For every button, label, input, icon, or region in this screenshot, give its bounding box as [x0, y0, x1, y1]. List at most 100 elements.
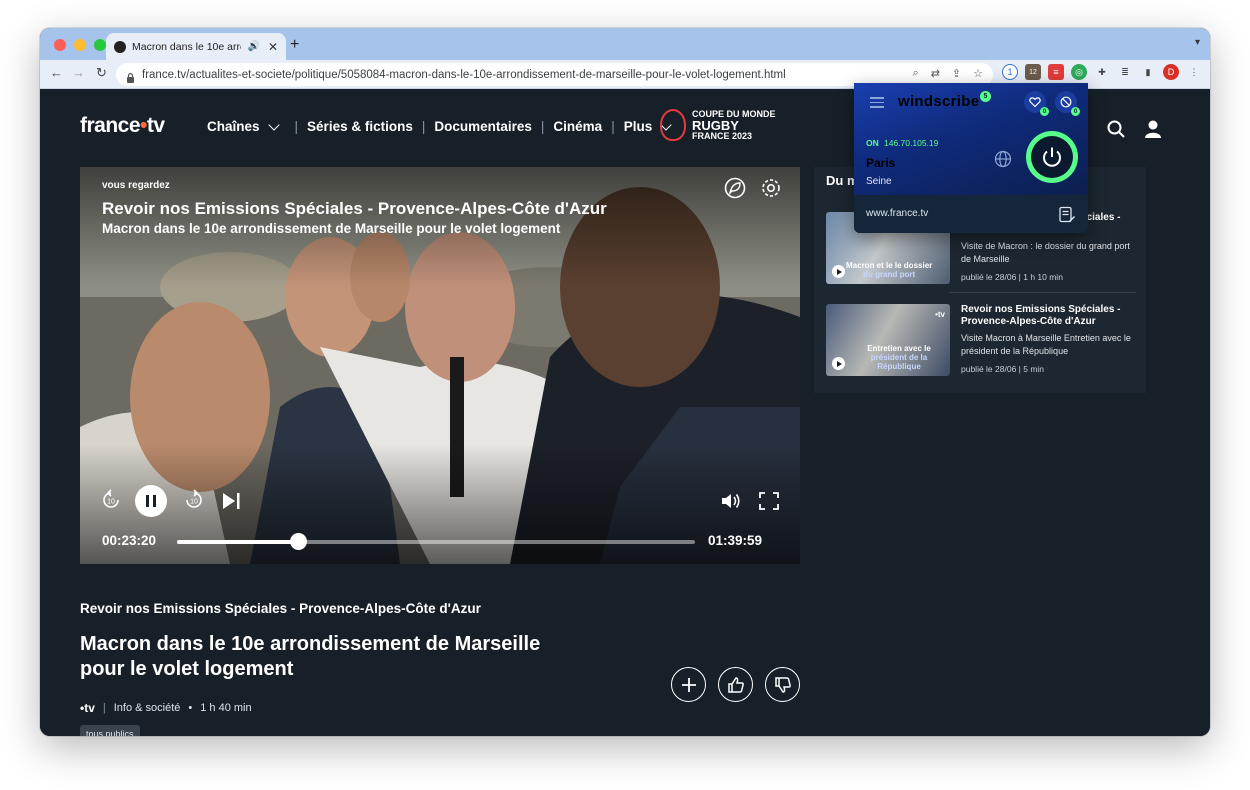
nav-plus[interactable]: Plus [624, 119, 653, 134]
now-watching-label: vous regardez [102, 180, 170, 191]
header-actions [1106, 119, 1162, 139]
favorites-button[interactable]: 0 [1024, 91, 1049, 116]
svg-text:10: 10 [107, 499, 115, 506]
next-episode-icon[interactable] [220, 490, 242, 512]
rugby-world-cup-logo[interactable]: COUPE DU MONDE RUGBY FRANCE 2023 [660, 109, 776, 141]
favicon-icon [114, 40, 126, 53]
lock-icon[interactable] [126, 70, 135, 83]
close-window-button[interactable] [54, 39, 66, 51]
nav-cinema[interactable]: Cinéma [553, 119, 602, 134]
extensions-puzzle-icon[interactable]: ✚ [1094, 64, 1110, 80]
new-tab-button[interactable]: + [290, 36, 299, 54]
translate-icon[interactable]: ⇄ [931, 67, 940, 80]
play-icon[interactable] [832, 265, 845, 278]
main-nav: Chaînes | Séries & fictions | Documentai… [207, 119, 678, 134]
audience-badge: tous publics [80, 725, 140, 736]
side-panel-icon[interactable]: ▮ [1140, 64, 1156, 80]
video-title: Macron dans le 10e arrondissement de Mar… [80, 633, 541, 680]
share-icon[interactable]: ⇪ [952, 67, 961, 80]
connection-status: ON [866, 138, 879, 148]
divider [949, 292, 1136, 293]
eco-leaf-icon[interactable] [724, 177, 746, 199]
nav-documentaires[interactable]: Documentaires [434, 119, 532, 134]
notification-badge: 5 [980, 91, 991, 102]
program-title[interactable]: Revoir nos Emissions Spéciales - Provenc… [80, 601, 481, 616]
related-thumbnail[interactable]: •tv Entretien avec le président de la Rép… [826, 304, 950, 376]
related-card[interactable]: •tv Entretien avec le président de la Rép… [826, 304, 1136, 376]
password-manager-icon[interactable]: 1 [1002, 64, 1018, 80]
omnibox-actions: ⌕ ⇄ ⇪ ☆ [913, 67, 983, 80]
duration-label: 1 h 40 min [200, 702, 252, 714]
extension-counter-icon[interactable]: 12 [1025, 64, 1041, 80]
url-text: france.tv/actualites-et-societe/politiqu… [142, 68, 786, 81]
current-time: 00:23:20 [102, 533, 157, 548]
globe-icon[interactable] [994, 150, 1012, 168]
windscribe-extension-icon[interactable]: ◎ [1071, 64, 1087, 80]
account-icon[interactable] [1144, 119, 1162, 139]
nav-series-fictions[interactable]: Séries & fictions [307, 119, 413, 134]
windscribe-popup: windscribe 5 0 0 ON 146.70.105.19 Paris … [854, 83, 1088, 233]
related-published: publié le 28/06 | 5 min [961, 364, 1045, 374]
player-controls: 10 10 [100, 485, 780, 517]
red-extension-icon[interactable]: ≡ [1048, 64, 1064, 80]
bookmark-star-icon[interactable]: ☆ [973, 67, 983, 80]
menu-hamburger-icon[interactable] [870, 97, 884, 111]
player-subtitle: Macron dans le 10e arrondissement de Mar… [102, 221, 561, 236]
rewind-10-icon[interactable]: 10 [100, 489, 122, 511]
related-title: Revoir nos Emissions Spéciales - Provenc… [961, 304, 1121, 327]
browser-window: Macron dans le 10e arrondis 🔊 ✕ + ▾ ← → … [40, 28, 1210, 736]
close-tab-icon[interactable]: ✕ [268, 40, 278, 54]
maximize-window-button[interactable] [94, 39, 106, 51]
forward-10-icon[interactable]: 10 [183, 489, 205, 511]
zoom-icon[interactable]: ⌕ [913, 67, 919, 80]
video-actions [671, 667, 800, 702]
player-title: Revoir nos Emissions Spéciales - Provenc… [102, 199, 607, 218]
active-tab[interactable]: Macron dans le 10e arrondis 🔊 ✕ [106, 33, 286, 60]
add-to-list-button[interactable] [671, 667, 706, 702]
edit-rules-icon[interactable] [1058, 206, 1076, 224]
windscribe-logo: windscribe [898, 93, 980, 110]
thumbs-down-icon [774, 676, 791, 693]
pause-button[interactable] [135, 485, 167, 517]
chevron-down-icon[interactable] [267, 119, 280, 131]
related-description: Visite Macron à Marseille Entretien avec… [961, 333, 1131, 356]
audio-playing-icon[interactable]: 🔊 [247, 41, 259, 52]
video-player[interactable]: vous regardez Revoir nos Emissions Spéci… [80, 167, 800, 564]
back-button[interactable]: ← [50, 65, 63, 80]
nav-chaines[interactable]: Chaînes [207, 119, 260, 134]
player-top-actions [724, 177, 782, 199]
total-duration: 01:39:59 [708, 533, 763, 548]
extensions-bar: 1 12 ≡ ◎ ✚ ≣ ▮ D ⋮ [1002, 64, 1202, 80]
settings-gear-icon[interactable] [760, 177, 782, 199]
related-description: Visite de Macron : le dossier du grand p… [961, 241, 1130, 264]
thumbs-up-icon [727, 676, 744, 693]
reading-list-icon[interactable]: ≣ [1117, 64, 1133, 80]
reload-button[interactable]: ↻ [96, 65, 107, 81]
blocker-button[interactable]: 0 [1055, 91, 1080, 116]
heart-icon [1029, 97, 1041, 108]
fullscreen-icon[interactable] [758, 491, 780, 511]
dislike-button[interactable] [765, 667, 800, 702]
profile-avatar[interactable]: D [1163, 64, 1179, 80]
progress-bar[interactable] [177, 533, 695, 550]
search-icon[interactable] [1106, 119, 1126, 139]
power-toggle-button[interactable] [1026, 131, 1078, 183]
like-button[interactable] [718, 667, 753, 702]
video-meta: •tv | Info & société • 1 h 40 min [80, 701, 252, 715]
play-icon[interactable] [832, 357, 845, 370]
location-city[interactable]: Paris [866, 156, 895, 170]
ip-address: 146.70.105.19 [884, 138, 939, 148]
volume-icon[interactable] [720, 491, 742, 511]
power-icon [1043, 147, 1061, 167]
browser-menu-icon[interactable]: ⋮ [1186, 64, 1202, 80]
minimize-window-button[interactable] [74, 39, 86, 51]
window-controls [54, 39, 106, 51]
category-link[interactable]: Info & société [114, 702, 181, 714]
progress-handle[interactable] [289, 533, 307, 550]
current-site: www.france.tv [866, 208, 929, 219]
forward-button[interactable]: → [72, 65, 85, 80]
tab-search-chevron-icon[interactable]: ▾ [1195, 37, 1200, 48]
france-tv-logo[interactable]: france•tv [80, 114, 165, 138]
tab-title: Macron dans le 10e arrondis [132, 40, 241, 53]
rugby-emblem-icon [660, 109, 686, 141]
